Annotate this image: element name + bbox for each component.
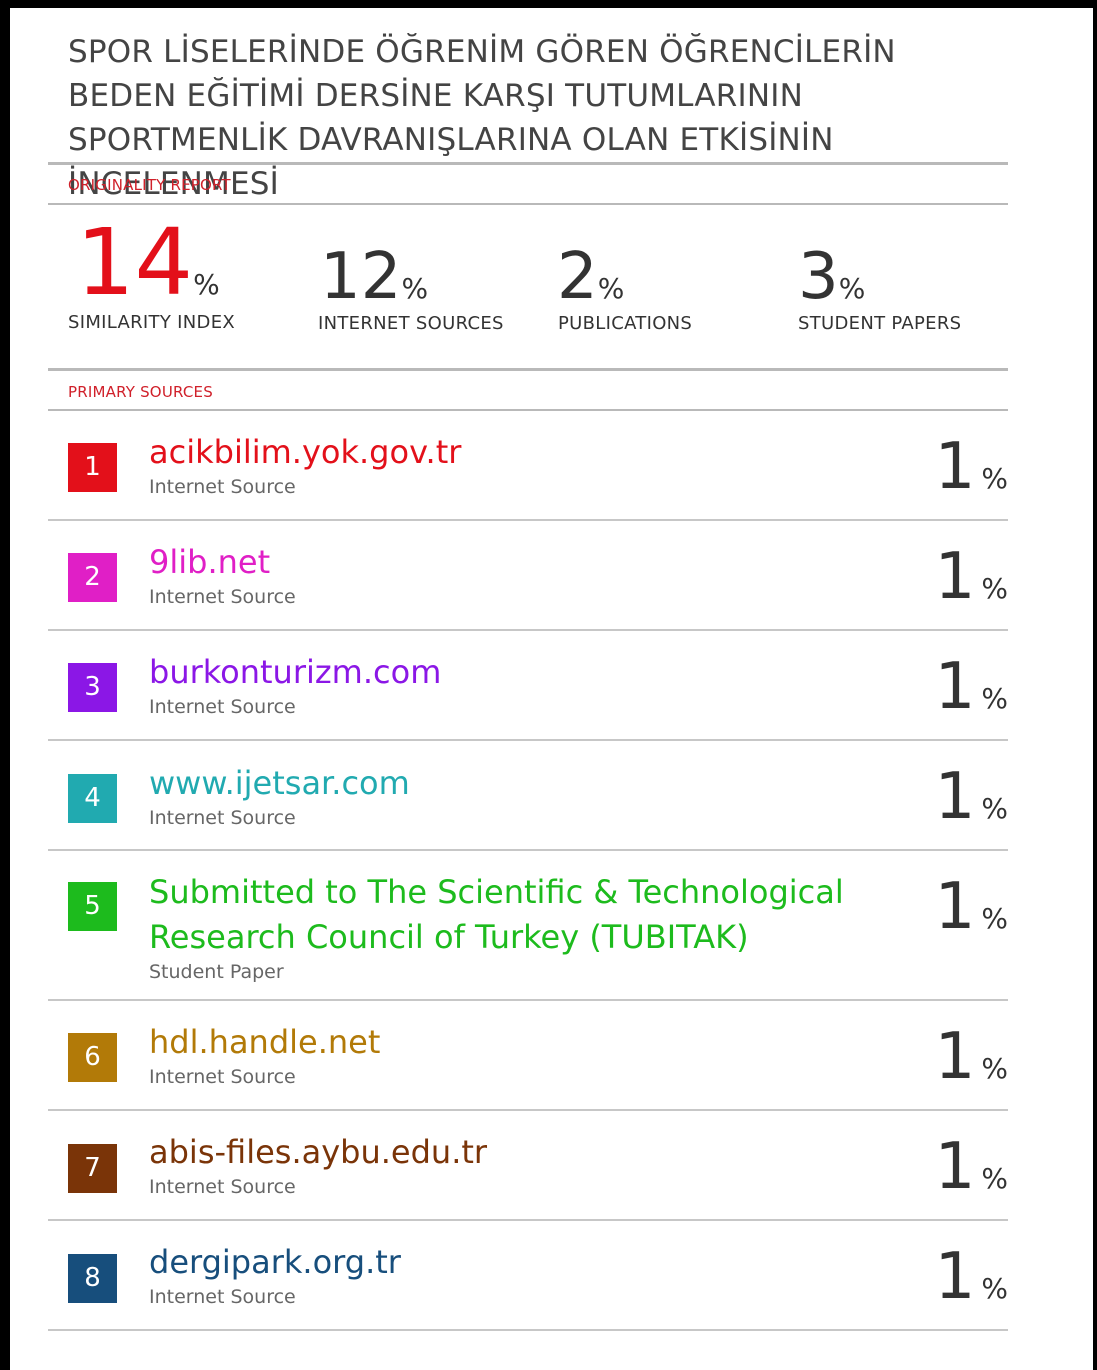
source-row-8: 8 dergipark.org.tr Internet Source 1% — [48, 1221, 1008, 1331]
share-value-3: 1 — [934, 650, 976, 724]
percent-sign: % — [838, 272, 866, 305]
source-type-3: Internet Source — [149, 696, 296, 718]
internet-sources-value: 12 — [320, 240, 402, 314]
source-share-3: 1% — [935, 655, 1008, 719]
source-row-5: 5 Submitted to The Scientific & Technolo… — [48, 851, 1008, 1001]
publications-stat: 2% PUBLICATIONS — [557, 240, 692, 334]
percent-sign: % — [981, 1162, 1008, 1195]
rank-badge-5: 5 — [68, 882, 117, 931]
similarity-index-value: 14 — [76, 209, 194, 316]
internet-sources-stat: 12% INTERNET SOURCES — [318, 240, 503, 334]
row-divider — [48, 1329, 1008, 1331]
rank-badge-4: 4 — [68, 774, 117, 823]
rank-badge-8: 8 — [68, 1254, 117, 1303]
share-value-5: 1 — [934, 870, 976, 944]
student-papers-value: 3 — [798, 240, 839, 314]
rank-badge-3: 3 — [68, 663, 117, 712]
source-name-6[interactable]: hdl.handle.net — [149, 1019, 380, 1065]
source-share-2: 1% — [935, 545, 1008, 609]
source-row-1: 1 acikbilim.yok.gov.tr Internet Source 1… — [48, 411, 1008, 521]
title-divider — [48, 162, 1008, 165]
source-type-4: Internet Source — [149, 807, 296, 829]
student-papers-stat: 3% STUDENT PAPERS — [798, 240, 961, 334]
source-share-5: 1% — [935, 875, 1008, 939]
report-page: SPOR LİSELERİNDE ÖĞRENİM GÖREN ÖĞRENCİLE… — [10, 8, 1093, 1370]
rank-badge-1: 1 — [68, 443, 117, 492]
percent-sign: % — [981, 1052, 1008, 1085]
originality-divider — [48, 203, 1008, 205]
source-row-7: 7 abis-files.aybu.edu.tr Internet Source… — [48, 1111, 1008, 1221]
source-row-6: 6 hdl.handle.net Internet Source 1% — [48, 1001, 1008, 1111]
source-type-1: Internet Source — [149, 476, 296, 498]
source-name-5-line-2[interactable]: Research Council of Turkey (TUBITAK) — [149, 914, 749, 960]
share-value-4: 1 — [934, 760, 976, 834]
source-type-8: Internet Source — [149, 1286, 296, 1308]
source-type-7: Internet Source — [149, 1176, 296, 1198]
source-name-7[interactable]: abis-files.aybu.edu.tr — [149, 1129, 487, 1175]
source-name-8[interactable]: dergipark.org.tr — [149, 1239, 401, 1285]
source-name-5[interactable]: Submitted to The Scientific & Technologi… — [149, 869, 844, 915]
percent-sign: % — [597, 272, 625, 305]
percent-sign: % — [193, 268, 220, 301]
publications-label: PUBLICATIONS — [558, 313, 693, 334]
source-name-2[interactable]: 9lib.net — [149, 539, 270, 585]
share-value-7: 1 — [934, 1130, 976, 1204]
stats-divider — [48, 368, 1008, 371]
originality-report-label: ORIGINALITY REPORT — [68, 176, 231, 194]
student-papers-label: STUDENT PAPERS — [798, 313, 962, 334]
similarity-index-label: SIMILARITY INDEX — [68, 312, 235, 333]
source-share-7: 1% — [935, 1135, 1008, 1199]
rank-badge-6: 6 — [68, 1033, 117, 1082]
share-value-2: 1 — [934, 540, 976, 614]
percent-sign: % — [981, 1272, 1008, 1305]
share-value-1: 1 — [934, 430, 976, 504]
source-name-3[interactable]: burkonturizm.com — [149, 649, 441, 695]
source-share-4: 1% — [935, 765, 1008, 829]
rank-badge-2: 2 — [68, 553, 117, 602]
share-value-8: 1 — [934, 1240, 976, 1314]
source-name-1[interactable]: acikbilim.yok.gov.tr — [149, 429, 461, 475]
source-row-3: 3 burkonturizm.com Internet Source 1% — [48, 631, 1008, 741]
share-value-6: 1 — [934, 1020, 976, 1094]
similarity-index-stat: 14% SIMILARITY INDEX — [68, 209, 235, 334]
source-name-4[interactable]: www.ijetsar.com — [149, 760, 410, 806]
percent-sign: % — [401, 272, 429, 305]
publications-value: 2 — [557, 240, 598, 314]
percent-sign: % — [981, 462, 1008, 495]
percent-sign: % — [981, 682, 1008, 715]
source-share-8: 1% — [935, 1245, 1008, 1309]
source-row-4: 4 www.ijetsar.com Internet Source 1% — [48, 741, 1008, 851]
percent-sign: % — [981, 792, 1008, 825]
source-row-2: 2 9lib.net Internet Source 1% — [48, 521, 1008, 631]
source-type-2: Internet Source — [149, 586, 296, 608]
percent-sign: % — [981, 902, 1008, 935]
source-share-1: 1% — [935, 435, 1008, 499]
percent-sign: % — [981, 572, 1008, 605]
primary-sources-label: PRIMARY SOURCES — [68, 383, 213, 401]
source-share-6: 1% — [935, 1025, 1008, 1089]
source-type-6: Internet Source — [149, 1066, 296, 1088]
source-type-5: Student Paper — [149, 961, 284, 983]
internet-sources-label: INTERNET SOURCES — [318, 313, 504, 334]
rank-badge-7: 7 — [68, 1144, 117, 1193]
